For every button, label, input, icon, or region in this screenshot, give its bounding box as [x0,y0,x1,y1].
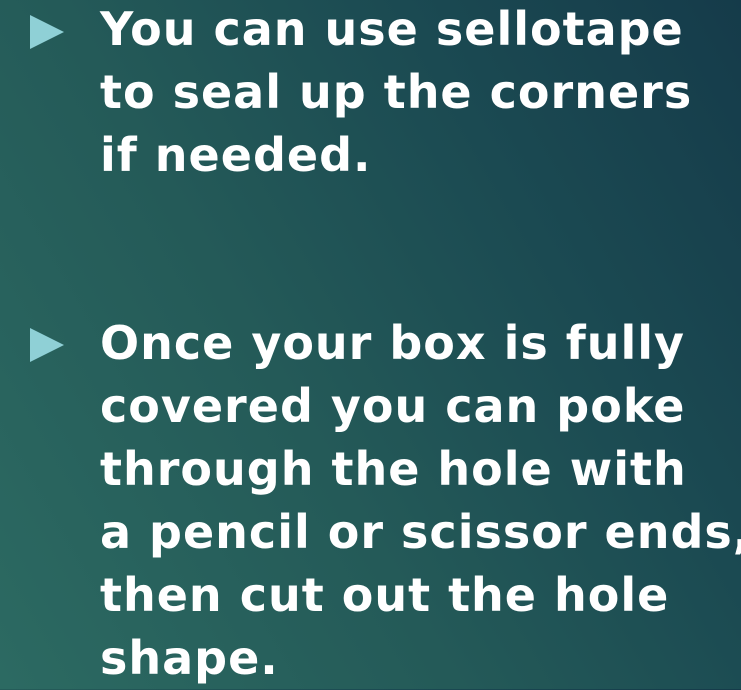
triangle-bullet-icon [30,328,64,362]
slide: You can use sellotape to seal up the cor… [0,0,741,689]
bullet-1-line-1: You can use sellotape [100,2,684,56]
bullet-2-line-6: shape. [100,631,279,685]
bullet-1-line-3: if needed. [100,128,372,182]
bullet-2-line-2: covered you can poke [100,379,686,433]
bullet-2-line-5: then cut out the hole [100,568,670,622]
bullet-2-line-1: Once your box is fully [100,316,686,370]
bullet-text-1: You can use sellotape to seal up the cor… [100,0,730,187]
bullet-text-2: Once your box is fully covered you can p… [100,312,741,690]
bullet-1-line-2: to seal up the corners [100,65,693,119]
bullet-2-line-4: a pencil or scissor ends, [100,505,741,559]
triangle-bullet-icon [30,15,64,49]
bullet-2-line-3: through the hole with [100,442,687,496]
